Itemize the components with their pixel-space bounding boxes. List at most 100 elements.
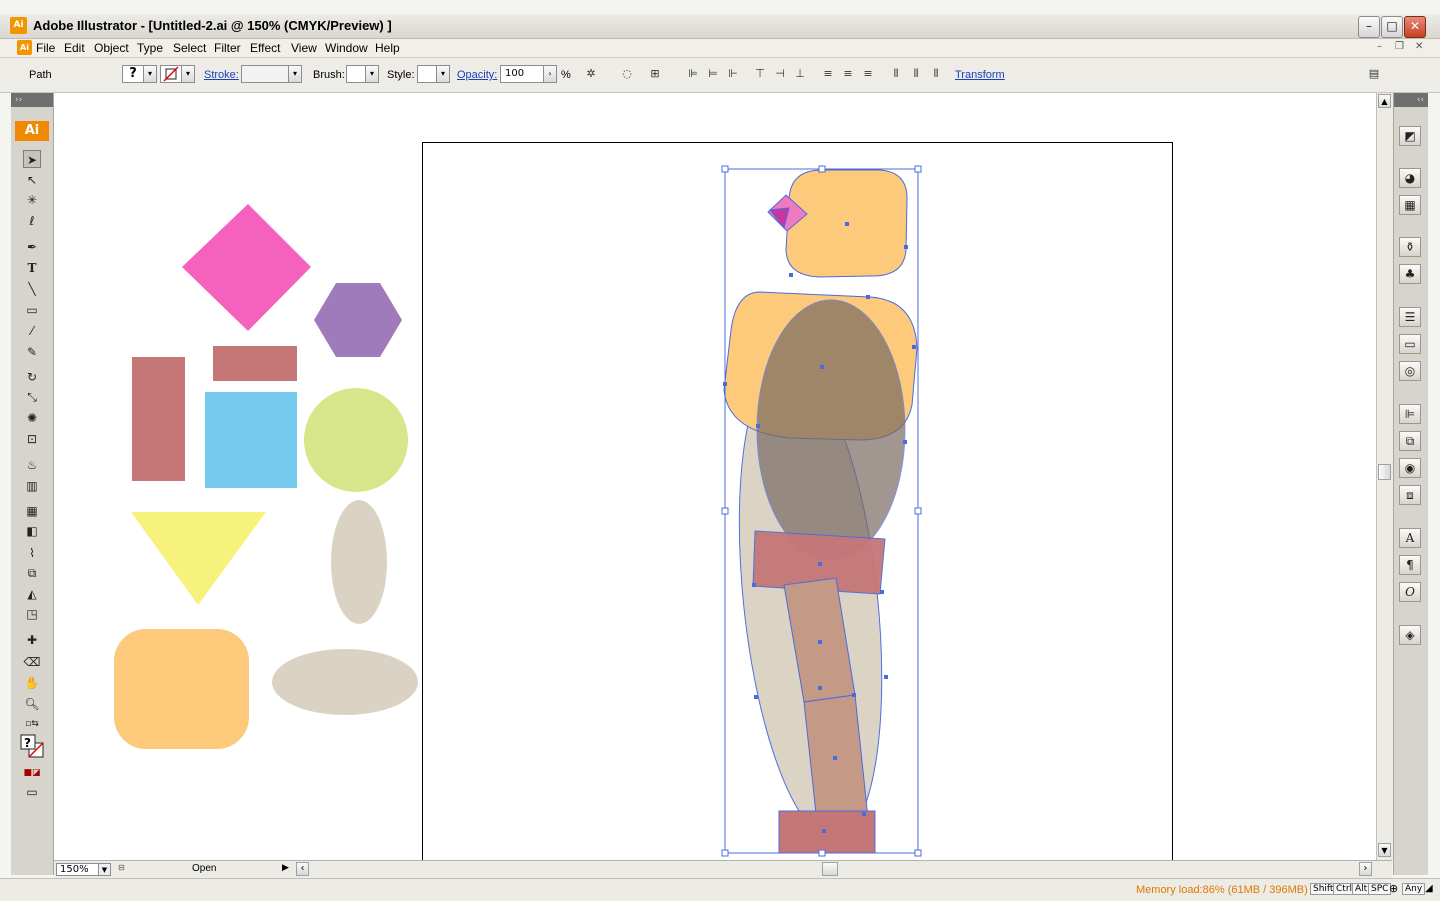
menu-view[interactable]: View (291, 41, 317, 55)
recolor-icon[interactable]: ✲ (583, 67, 599, 81)
rose-short-rectangle[interactable] (213, 346, 297, 381)
scroll-right-icon[interactable]: › (1359, 862, 1372, 876)
resize-grip-icon[interactable]: ◢ (1425, 883, 1433, 894)
close-icon[interactable]: ✕ (1404, 16, 1426, 38)
magic-wand-icon[interactable]: ✳ (23, 191, 41, 209)
peach-rounded-square[interactable] (114, 629, 249, 749)
symbol-sprayer-icon[interactable]: ♨ (23, 456, 41, 474)
document-icon[interactable]: Ai (17, 40, 32, 55)
mesh-icon[interactable]: ▦ (23, 502, 41, 520)
brushes-icon[interactable]: ⚱ (1399, 237, 1421, 257)
blend-icon[interactable]: ⧉ (23, 564, 41, 582)
screen-mode-icon[interactable]: ▭ (23, 783, 41, 801)
appearance-icon[interactable]: ◉ (1399, 458, 1421, 478)
taupe-tall-ellipse[interactable] (331, 500, 387, 624)
distribute-top-icon[interactable]: ≡ (820, 67, 836, 81)
control-menu-icon[interactable]: ▤ (1366, 67, 1382, 81)
paragraph-icon[interactable]: ¶ (1399, 555, 1421, 575)
status-menu-icon[interactable]: ⊟ (118, 863, 128, 875)
style-swatch[interactable] (417, 65, 437, 83)
hand-icon[interactable]: ✋ (23, 674, 41, 692)
distribute-hcenter-icon[interactable]: ⫴ (908, 67, 924, 81)
transform-link[interactable]: Transform (955, 69, 1005, 81)
transparency-icon[interactable]: ◎ (1399, 361, 1421, 381)
selection-tool-icon[interactable]: ➤ (23, 150, 41, 168)
menu-window[interactable]: Window (325, 41, 368, 55)
blue-square[interactable] (205, 392, 297, 488)
free-transform-icon[interactable]: ⊡ (23, 430, 41, 448)
style-dropdown[interactable]: ▾ (436, 65, 450, 83)
menu-type[interactable]: Type (137, 41, 163, 55)
opacity-input[interactable]: 100 (500, 65, 544, 83)
menu-effect[interactable]: Effect (250, 41, 280, 55)
stroke-swatch[interactable] (160, 65, 182, 83)
menu-edit[interactable]: Edit (64, 41, 85, 55)
menu-help[interactable]: Help (375, 41, 400, 55)
rose-tall-rectangle[interactable] (132, 357, 185, 481)
align-right-icon[interactable]: ⊩ (725, 67, 741, 81)
lime-circle[interactable] (304, 388, 408, 492)
taupe-wide-ellipse[interactable] (272, 649, 418, 715)
zoom-icon[interactable]: 🔍︎ (23, 695, 41, 713)
yellow-triangle[interactable] (131, 512, 266, 605)
live-paint-select-icon[interactable]: ◳ (23, 605, 41, 623)
distribute-vcenter-icon[interactable]: ≡ (840, 67, 856, 81)
pathfinder-icon[interactable]: ⧉ (1399, 431, 1421, 451)
fill-swatch[interactable]: ? (122, 65, 144, 83)
dock-collapse-icon[interactable]: ‹‹ (1394, 93, 1428, 107)
color-panel-icon[interactable]: ◕ (1399, 168, 1421, 188)
zoom-dropdown-icon[interactable]: ▼ (98, 863, 111, 876)
swap-colors-icon[interactable]: ▫⇆ (23, 715, 41, 733)
stroke-panel-icon[interactable]: ☰ (1399, 307, 1421, 327)
graph-icon[interactable]: ▥ (23, 477, 41, 495)
distribute-bottom-icon[interactable]: ≡ (860, 67, 876, 81)
menu-file[interactable]: File (36, 41, 55, 55)
zoom-field[interactable]: 150% (56, 863, 100, 876)
color-mode-icon[interactable]: ■◪ (23, 764, 41, 782)
distribute-left-icon[interactable]: ⫴ (888, 67, 904, 81)
distribute-right-icon[interactable]: ⫴ (928, 67, 944, 81)
figure-belly-ellipse[interactable] (756, 299, 906, 561)
doc-restore-icon[interactable]: ❐ (1395, 41, 1404, 52)
character-icon[interactable]: A (1399, 528, 1421, 548)
opentype-icon[interactable]: O (1399, 582, 1421, 602)
minimize-icon[interactable]: – (1358, 16, 1380, 38)
fill-dropdown[interactable]: ▾ (143, 65, 157, 83)
isolate-icon[interactable]: ◌ (619, 67, 635, 81)
gradient-panel-icon[interactable]: ▭ (1399, 334, 1421, 354)
rectangle-icon[interactable]: ▭ (23, 301, 41, 319)
lasso-icon[interactable]: ℓ (23, 212, 41, 230)
document-canvas[interactable] (54, 93, 1376, 860)
graphic-styles-icon[interactable]: ⧈ (1399, 485, 1421, 505)
direct-selection-tool-icon[interactable]: ↖ (23, 171, 41, 189)
align-bottom-icon[interactable]: ⊥ (792, 67, 808, 81)
pen-icon[interactable]: ✒ (23, 238, 41, 256)
opacity-arrow[interactable]: › (543, 65, 557, 83)
menu-object[interactable]: Object (94, 41, 129, 55)
rotate-icon[interactable]: ↻ (23, 368, 41, 386)
align-to-icon[interactable]: ⊞ (647, 67, 663, 81)
brush-swatch[interactable] (346, 65, 366, 83)
vertical-scroll-thumb[interactable] (1378, 464, 1391, 480)
horizontal-scroll-thumb[interactable] (822, 862, 838, 876)
scroll-up-icon[interactable]: ▲ (1378, 94, 1391, 108)
opacity-link[interactable]: Opacity: (457, 69, 497, 81)
layers-icon[interactable]: ◈ (1399, 625, 1421, 645)
vertical-scrollbar[interactable]: ▲ ▼ (1376, 93, 1393, 860)
live-paint-icon[interactable]: ◭ (23, 585, 41, 603)
doc-minimize-icon[interactable]: – (1377, 41, 1382, 52)
warp-icon[interactable]: ✺ (23, 409, 41, 427)
menu-select[interactable]: Select (173, 41, 206, 55)
fill-stroke-swatch[interactable]: ? (19, 733, 45, 759)
menu-filter[interactable]: Filter (214, 41, 241, 55)
paintbrush-icon[interactable]: ⁄ (23, 322, 41, 340)
scale-icon[interactable]: ⤡ (23, 388, 41, 406)
stroke-weight-dropdown[interactable]: ▾ (288, 65, 302, 83)
purple-hexagon[interactable] (314, 283, 402, 357)
eraser-icon[interactable]: ⌫ (23, 653, 41, 671)
doc-close-icon[interactable]: ✕ (1415, 41, 1423, 52)
line-icon[interactable]: ╲ (23, 280, 41, 298)
brush-dropdown[interactable]: ▾ (365, 65, 379, 83)
status-next-icon[interactable]: ▶ (282, 863, 289, 873)
stroke-dropdown[interactable]: ▾ (181, 65, 195, 83)
